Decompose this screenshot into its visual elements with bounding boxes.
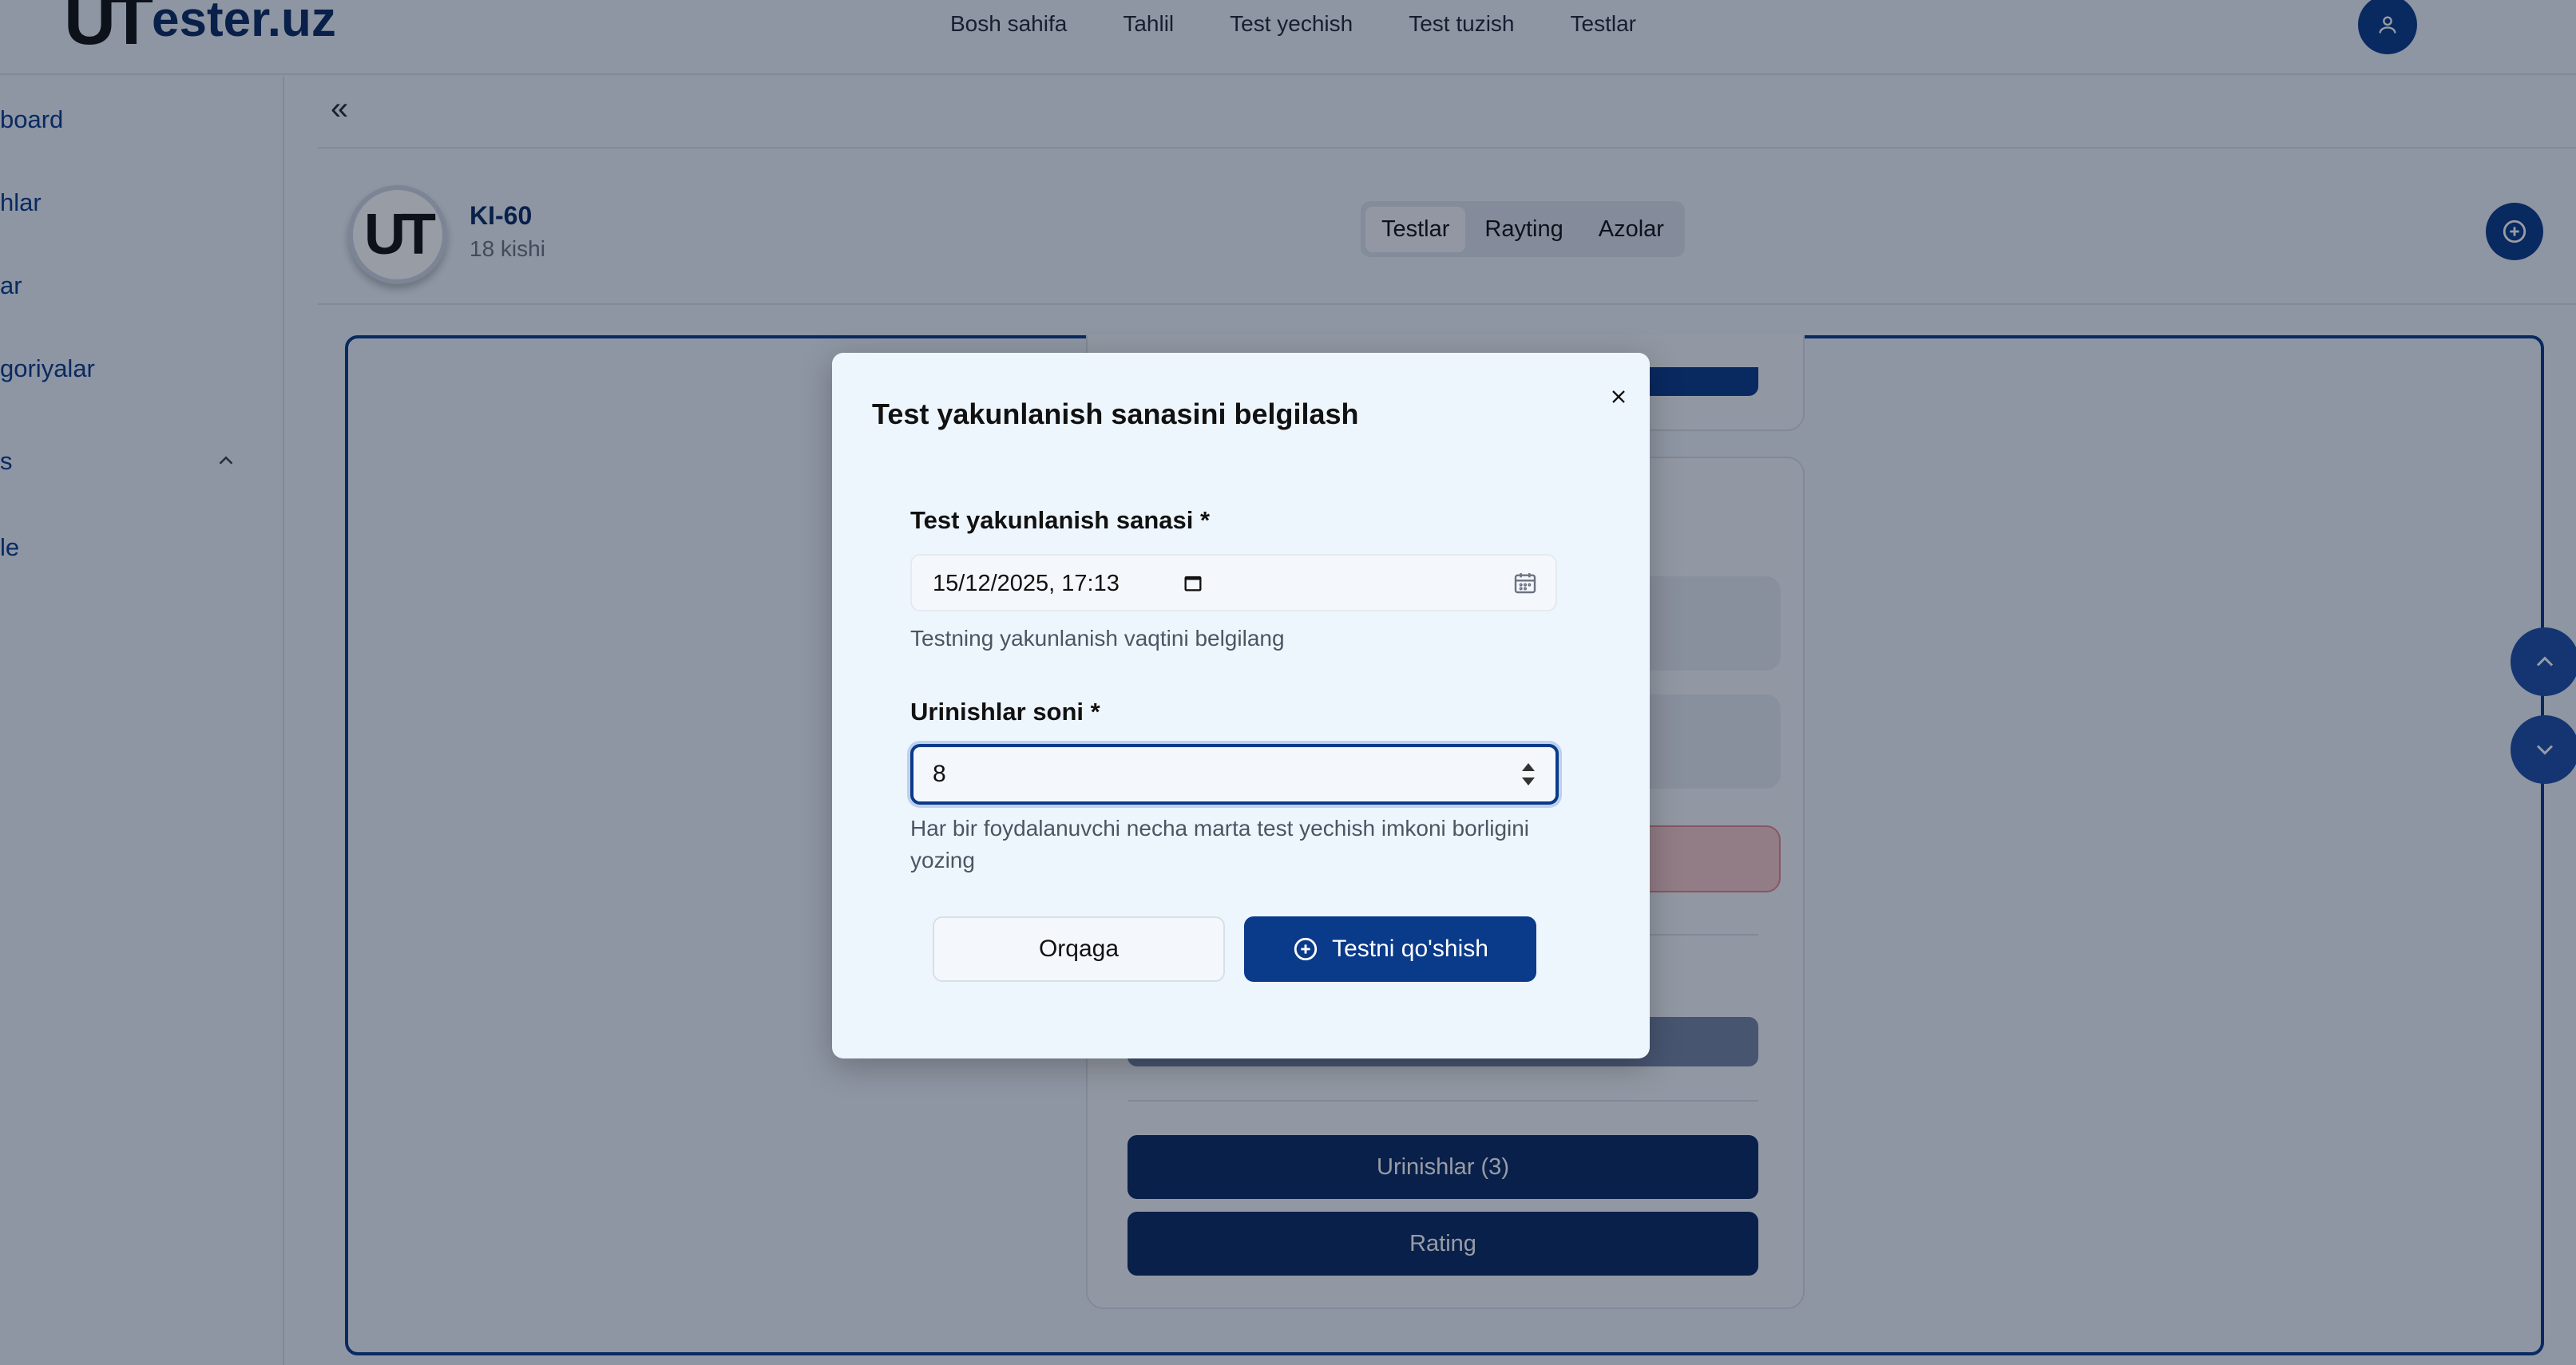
attempts-number-input[interactable]: 8 xyxy=(910,744,1559,805)
set-deadline-modal: Test yakunlanish sanasini belgilash Test… xyxy=(832,353,1650,1058)
date-value: 15/12/2025, 17:13 xyxy=(933,571,1120,596)
add-test-submit-button[interactable]: Testni qo'shish xyxy=(1244,916,1536,982)
close-button[interactable] xyxy=(1599,377,1639,417)
add-test-label: Testni qo'shish xyxy=(1332,936,1488,962)
close-icon xyxy=(1612,390,1625,403)
number-spinner-icon[interactable] xyxy=(1519,760,1538,789)
date-field-label: Test yakunlanish sanasi * xyxy=(910,506,1211,534)
back-button[interactable]: Orqaga xyxy=(933,916,1225,982)
attempts-value: 8 xyxy=(933,761,946,787)
attempts-field-label: Urinishlar soni * xyxy=(910,698,1100,726)
deadline-date-input[interactable]: 15/12/2025, 17:13 xyxy=(910,554,1557,611)
calendar-icon[interactable] xyxy=(1512,570,1538,595)
date-helper-text: Testning yakunlanish vaqtini belgilang xyxy=(910,626,1285,651)
plus-circle-icon xyxy=(1294,937,1318,961)
attempts-helper-text: Har bir foydalanuvchi necha marta test y… xyxy=(910,816,1530,872)
modal-title: Test yakunlanish sanasini belgilash xyxy=(872,398,1359,430)
calendar-native-icon[interactable] xyxy=(1182,572,1204,594)
